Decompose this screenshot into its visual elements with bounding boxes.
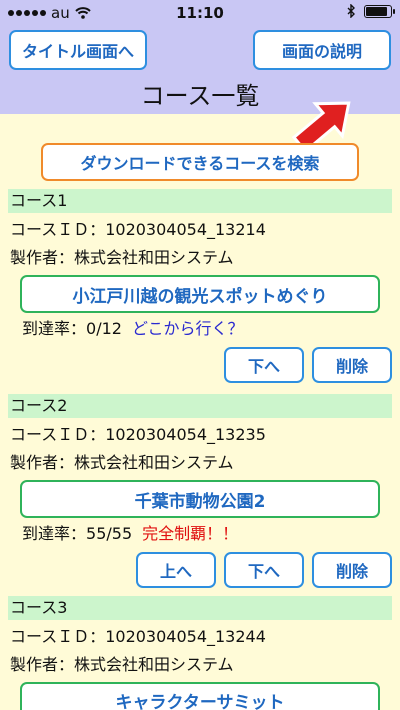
screen-help-button[interactable]: 画面の説明	[253, 30, 391, 70]
course-maker-value: 株式会社和田システム	[74, 248, 234, 267]
course-maker-row: 製作者：株式会社和田システム	[10, 247, 234, 269]
delete-button[interactable]: 削除	[312, 347, 392, 383]
course-maker-label: 製作者：	[10, 453, 75, 472]
course-id-row: コースＩＤ：1020304054_13244	[10, 626, 266, 648]
course-name-button[interactable]: 千葉市動物公園2	[20, 480, 380, 518]
search-downloadable-courses-button[interactable]: ダウンロードできるコースを検索	[41, 143, 359, 181]
rate-label: 到達率：	[22, 319, 87, 338]
course-header: コース1	[8, 189, 392, 213]
course-header: コース3	[8, 596, 392, 620]
bluetooth-icon	[347, 4, 355, 18]
delete-button[interactable]: 削除	[312, 552, 392, 588]
course-maker-label: 製作者：	[10, 248, 75, 267]
move-up-button[interactable]: 上へ	[136, 552, 216, 588]
course-maker-row: 製作者：株式会社和田システム	[10, 654, 234, 676]
rate-value: 55/55	[86, 524, 133, 543]
where-to-go-link[interactable]: どこから行く？	[132, 318, 244, 340]
rate-value: 0/12	[86, 319, 122, 338]
move-down-button[interactable]: 下へ	[224, 552, 304, 588]
course-id-value: 1020304054_13214	[105, 220, 266, 239]
course-id-label: コースＩＤ：	[10, 425, 106, 444]
course-name-button[interactable]: キャラクターサミット	[20, 682, 380, 710]
course-id-value: 1020304054_13235	[105, 425, 266, 444]
course-maker-row: 製作者：株式会社和田システム	[10, 452, 234, 474]
course-header: コース2	[8, 394, 392, 418]
course-id-row: コースＩＤ：1020304054_13214	[10, 219, 266, 241]
status-time: 11:10	[176, 4, 224, 22]
complete-badge: 完全制覇！！	[142, 524, 239, 543]
course-rate-row: 到達率：55/55 完全制覇！！	[22, 523, 238, 545]
course-id-row: コースＩＤ：1020304054_13235	[10, 424, 266, 446]
course-id-label: コースＩＤ：	[10, 220, 106, 239]
course-maker-label: 製作者：	[10, 655, 75, 674]
battery-icon	[364, 4, 395, 18]
status-bar: au 11:10	[0, 0, 400, 26]
status-right	[347, 4, 395, 18]
course-id-value: 1020304054_13244	[105, 627, 266, 646]
course-maker-value: 株式会社和田システム	[74, 453, 234, 472]
move-down-button[interactable]: 下へ	[224, 347, 304, 383]
back-to-title-button[interactable]: タイトル画面へ	[9, 30, 147, 70]
course-id-label: コースＩＤ：	[10, 627, 106, 646]
course-rate-row: 到達率：0/12 どこから行く？	[22, 318, 243, 340]
rate-label: 到達率：	[22, 524, 87, 543]
course-maker-value: 株式会社和田システム	[74, 655, 234, 674]
course-name-button[interactable]: 小江戸川越の観光スポットめぐり	[20, 275, 380, 313]
